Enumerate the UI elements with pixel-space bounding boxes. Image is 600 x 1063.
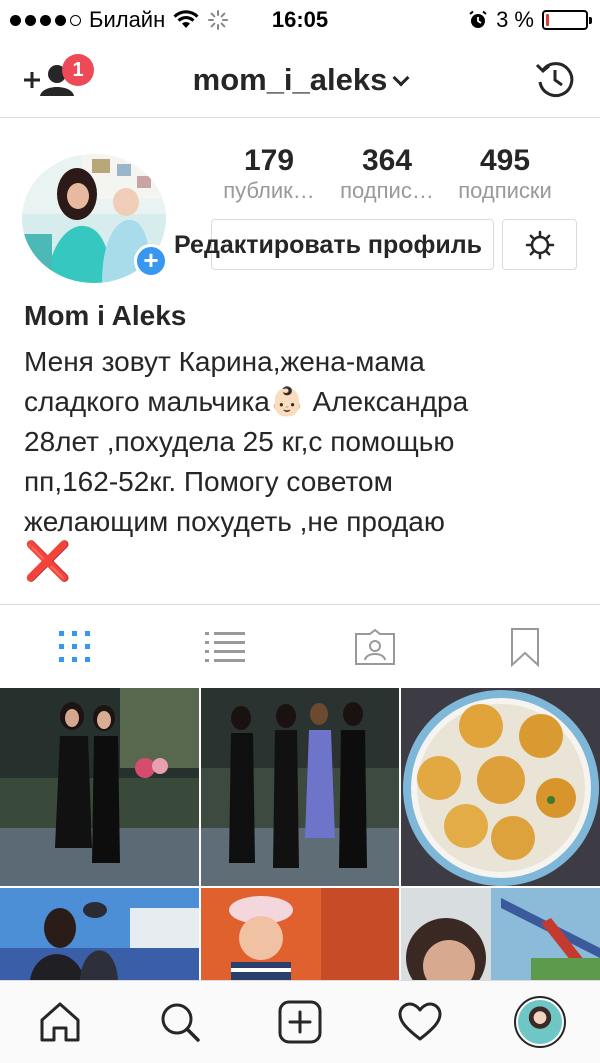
grid-photo[interactable] [201, 688, 399, 886]
profile-header-bar: 1 mom_i_aleks [0, 40, 600, 118]
stat-followers[interactable]: 364 подпис… [328, 146, 446, 204]
tagged-icon [355, 628, 395, 665]
battery-percent: 3 % [496, 7, 534, 32]
archive-history-icon[interactable] [534, 58, 576, 100]
home-icon [40, 1002, 80, 1042]
grid-photo[interactable] [0, 688, 199, 886]
status-right: 3 % [468, 7, 592, 33]
username-title: mom_i_aleks [192, 62, 388, 97]
photo-grid [0, 688, 600, 980]
nav-home[interactable] [0, 981, 120, 1063]
cross-mark-emoji: ❌ [24, 541, 72, 583]
bio-line: сладкого мальчика👶🏻 Александра [24, 386, 469, 417]
new-post-icon [278, 1000, 322, 1044]
nav-new-post[interactable] [240, 981, 360, 1063]
stat-following[interactable]: 495 подписки [446, 146, 564, 204]
bottom-tab-bar [0, 980, 600, 1063]
stat-posts[interactable]: 179 публик… [210, 146, 328, 204]
bio-line: желающим похудеть ,не продаю [24, 506, 445, 537]
nav-profile[interactable] [480, 981, 600, 1063]
battery-icon [542, 10, 592, 30]
edit-profile-button[interactable]: Редактировать профиль [174, 219, 494, 270]
bio-line: 28лет ,похудела 25 кг,с помощью [24, 426, 455, 457]
list-icon [205, 631, 245, 662]
chevron-down-icon [392, 69, 410, 87]
profile-view-tabs [0, 604, 600, 688]
tab-tagged[interactable] [300, 605, 450, 688]
activity-heart-icon [398, 1002, 442, 1041]
profile-stats: 179 публик… 364 подпис… 495 подписки [210, 146, 590, 204]
grid-icon [59, 630, 90, 662]
profile-bio: Меня зовут Карина,жена-мама сладкого мал… [24, 342, 584, 582]
tab-grid[interactable] [0, 605, 150, 688]
nav-search[interactable] [120, 981, 240, 1063]
nav-activity[interactable] [360, 981, 480, 1063]
bookmark-icon [511, 627, 539, 667]
grid-photo[interactable] [201, 888, 399, 980]
bio-line: пп,162-52кг. Помогу советом [24, 466, 393, 497]
search-icon [161, 1003, 200, 1042]
tab-list[interactable] [150, 605, 300, 688]
grid-photo[interactable] [401, 888, 600, 980]
profile-avatar-small [514, 996, 566, 1048]
grid-photo[interactable] [0, 888, 199, 980]
add-story-plus-icon[interactable]: + [134, 244, 168, 278]
alarm-icon [469, 10, 487, 28]
settings-button[interactable] [502, 219, 577, 270]
status-bar: Билайн 16:05 3 % [0, 0, 600, 40]
bio-line: Меня зовут Карина,жена-мама [24, 346, 425, 377]
username-switcher[interactable]: mom_i_aleks [0, 62, 600, 98]
profile-name: Mom i Aleks [24, 300, 187, 331]
gear-icon [525, 230, 555, 260]
tab-saved[interactable] [450, 605, 600, 688]
grid-photo[interactable] [401, 688, 600, 886]
